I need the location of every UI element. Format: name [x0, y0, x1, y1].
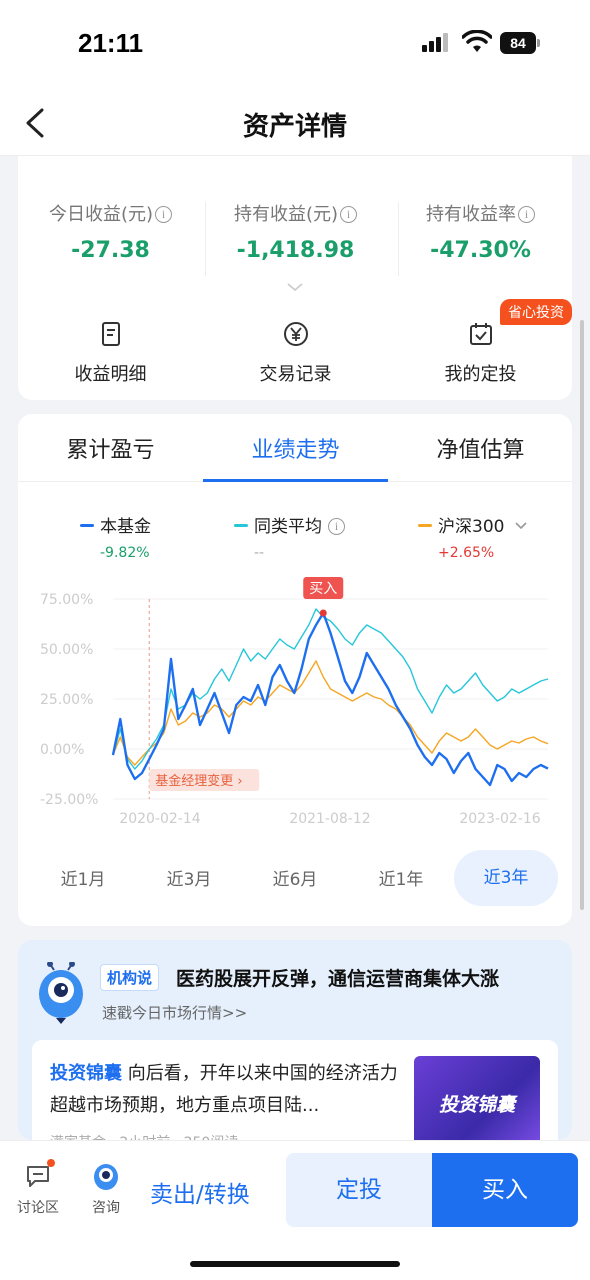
mascot-icon [91, 1161, 121, 1191]
page-title: 资产详情 [242, 112, 347, 142]
thumbnail-text: 投资锦囊 [438, 1094, 515, 1116]
period-3y[interactable]: 近3年 [454, 850, 558, 906]
stat-value: -27.38 [71, 238, 150, 263]
article-brand: 投资锦囊 [50, 1063, 122, 1084]
article-text-block: 投资锦囊 向后看，开年以来中国的经济活力超越市场预期，地方重点项目陆... [50, 1058, 400, 1122]
status-bar: 21:11 84 [0, 0, 590, 90]
stat-today[interactable]: 今日收益(元) i -27.38 [18, 200, 203, 263]
summary-card: 今日收益(元) i -27.38 持有收益(元) i -1,418.98 持有收益率… [18, 156, 572, 400]
article-card[interactable]: 投资锦囊 向后看，开年以来中国的经济活力超越市场预期，地方重点项目陆... 满家… [32, 1040, 558, 1140]
x-tick-label: 2023-02-16 [459, 811, 540, 827]
buy-point [319, 609, 327, 617]
legend-fund[interactable]: 本基金 -9.82% [80, 512, 151, 561]
period-selector: 近1月 近3月 近6月 近1年 近3年 [18, 850, 572, 910]
info-icon[interactable]: i [340, 206, 358, 223]
performance-chart[interactable]: 75.00% 50.00% 25.00% 0.00% -25.00% 2020-02-14… [18, 564, 572, 834]
news-headline[interactable]: 医药股展开反弹，通信运营商集体大涨 [176, 964, 499, 991]
period-1m[interactable]: 近1月 [30, 865, 136, 890]
info-icon[interactable]: i [328, 518, 345, 535]
document-icon [101, 322, 120, 346]
action-label: 交易记录 [259, 364, 332, 385]
chat-icon [23, 1159, 55, 1191]
action-label: 收益明细 [74, 364, 147, 385]
nav-bar: 资产详情 [0, 90, 590, 156]
buy-button[interactable]: 买入 [432, 1153, 578, 1227]
stat-label: 持有收益率 [426, 204, 516, 225]
legend-value: +2.65% [438, 545, 495, 561]
x-tick-label: 2020-02-14 [119, 811, 200, 827]
manager-change-tag[interactable]: 基金经理变更 › [155, 773, 242, 789]
tab-indicator [203, 479, 388, 482]
promo-badge[interactable]: 省心投资 [500, 299, 572, 325]
article-thumbnail: 投资锦囊 [414, 1056, 540, 1140]
y-tick-label: -25.00% [40, 792, 98, 808]
action-label: 我的定投 [444, 364, 517, 385]
discuss-button[interactable]: 讨论区 [8, 1159, 68, 1217]
bottom-action-bar: 讨论区 咨询 卖出/转换 定投 买入 [0, 1140, 590, 1280]
y-tick-label: 25.00% [40, 692, 93, 708]
mascot-icon [39, 962, 83, 1024]
tab-cumulative-pnl[interactable]: 累计盈亏 [18, 432, 203, 464]
period-3m[interactable]: 近3月 [136, 865, 242, 890]
legend-name: 沪深300 [438, 517, 505, 537]
chevron-down-icon[interactable] [514, 521, 528, 531]
action-income-detail[interactable]: 收益明细 [18, 320, 203, 386]
battery-icon: 84 [500, 32, 540, 54]
buy-marker-label: 买入 [309, 581, 337, 597]
info-icon[interactable]: i [518, 206, 535, 223]
stat-value: -1,418.98 [236, 238, 355, 263]
action-trade-records[interactable]: 交易记录 [203, 320, 388, 386]
stat-rate[interactable]: 持有收益率 i -47.30% [388, 200, 573, 263]
tab-bar: 累计盈亏 业绩走势 净值估算 [18, 414, 572, 482]
stat-label: 今日收益(元) [48, 204, 154, 225]
consult-label: 咨询 [92, 1200, 120, 1216]
discuss-label: 讨论区 [17, 1200, 59, 1216]
scrollbar[interactable] [580, 320, 584, 910]
legend-value: -9.82% [100, 545, 150, 561]
legend-csi300[interactable]: 沪深300 +2.65% [418, 512, 528, 561]
notification-dot [47, 1159, 55, 1167]
info-icon[interactable]: i [155, 206, 173, 223]
article-meta: 满家基金 · 2小时前 · 250阅读 [50, 1132, 238, 1140]
sell-convert-button[interactable]: 卖出/转换 [150, 1175, 250, 1209]
tab-performance[interactable]: 业绩走势 [203, 432, 388, 464]
institution-tag: 机构说 [100, 964, 160, 991]
stat-value: -47.30% [430, 238, 531, 263]
auto-invest-button[interactable]: 定投 [286, 1153, 432, 1227]
calendar-check-icon [469, 323, 492, 345]
performance-card: 累计盈亏 业绩走势 净值估算 本基金 -9.82% 同类平均 i -- 沪深300… [18, 414, 572, 926]
status-time: 21:11 [78, 28, 144, 58]
news-subline[interactable]: 速戳今日市场行情>> [102, 1002, 247, 1023]
y-tick-label: 50.00% [40, 642, 93, 658]
wifi-icon [462, 30, 492, 52]
tab-nav-estimate[interactable]: 净值估算 [388, 432, 572, 464]
legend-peer-average[interactable]: 同类平均 i -- [234, 512, 345, 561]
battery-level: 84 [500, 32, 536, 54]
stat-holding[interactable]: 持有收益(元) i -1,418.98 [203, 200, 388, 263]
legend-value: -- [254, 545, 265, 561]
signal-icon [422, 33, 448, 52]
chevron-down-icon[interactable] [286, 282, 304, 292]
news-card[interactable]: 机构说 医药股展开反弹，通信运营商集体大涨 速戳今日市场行情>> 投资锦囊 向后… [18, 940, 572, 1140]
home-indicator[interactable] [190, 1261, 400, 1267]
legend-name: 同类平均 [254, 517, 322, 537]
x-tick-label: 2021-08-12 [289, 811, 370, 827]
legend-name: 本基金 [100, 517, 151, 537]
action-my-plan[interactable]: 我的定投 [388, 320, 573, 386]
y-tick-label: 75.00% [40, 592, 93, 608]
y-tick-label: 0.00% [40, 742, 84, 758]
period-1y[interactable]: 近1年 [348, 865, 454, 890]
period-6m[interactable]: 近6月 [242, 865, 348, 890]
consult-button[interactable]: 咨询 [76, 1161, 136, 1217]
yuan-icon [283, 322, 308, 346]
stat-label: 持有收益(元) [233, 204, 339, 225]
